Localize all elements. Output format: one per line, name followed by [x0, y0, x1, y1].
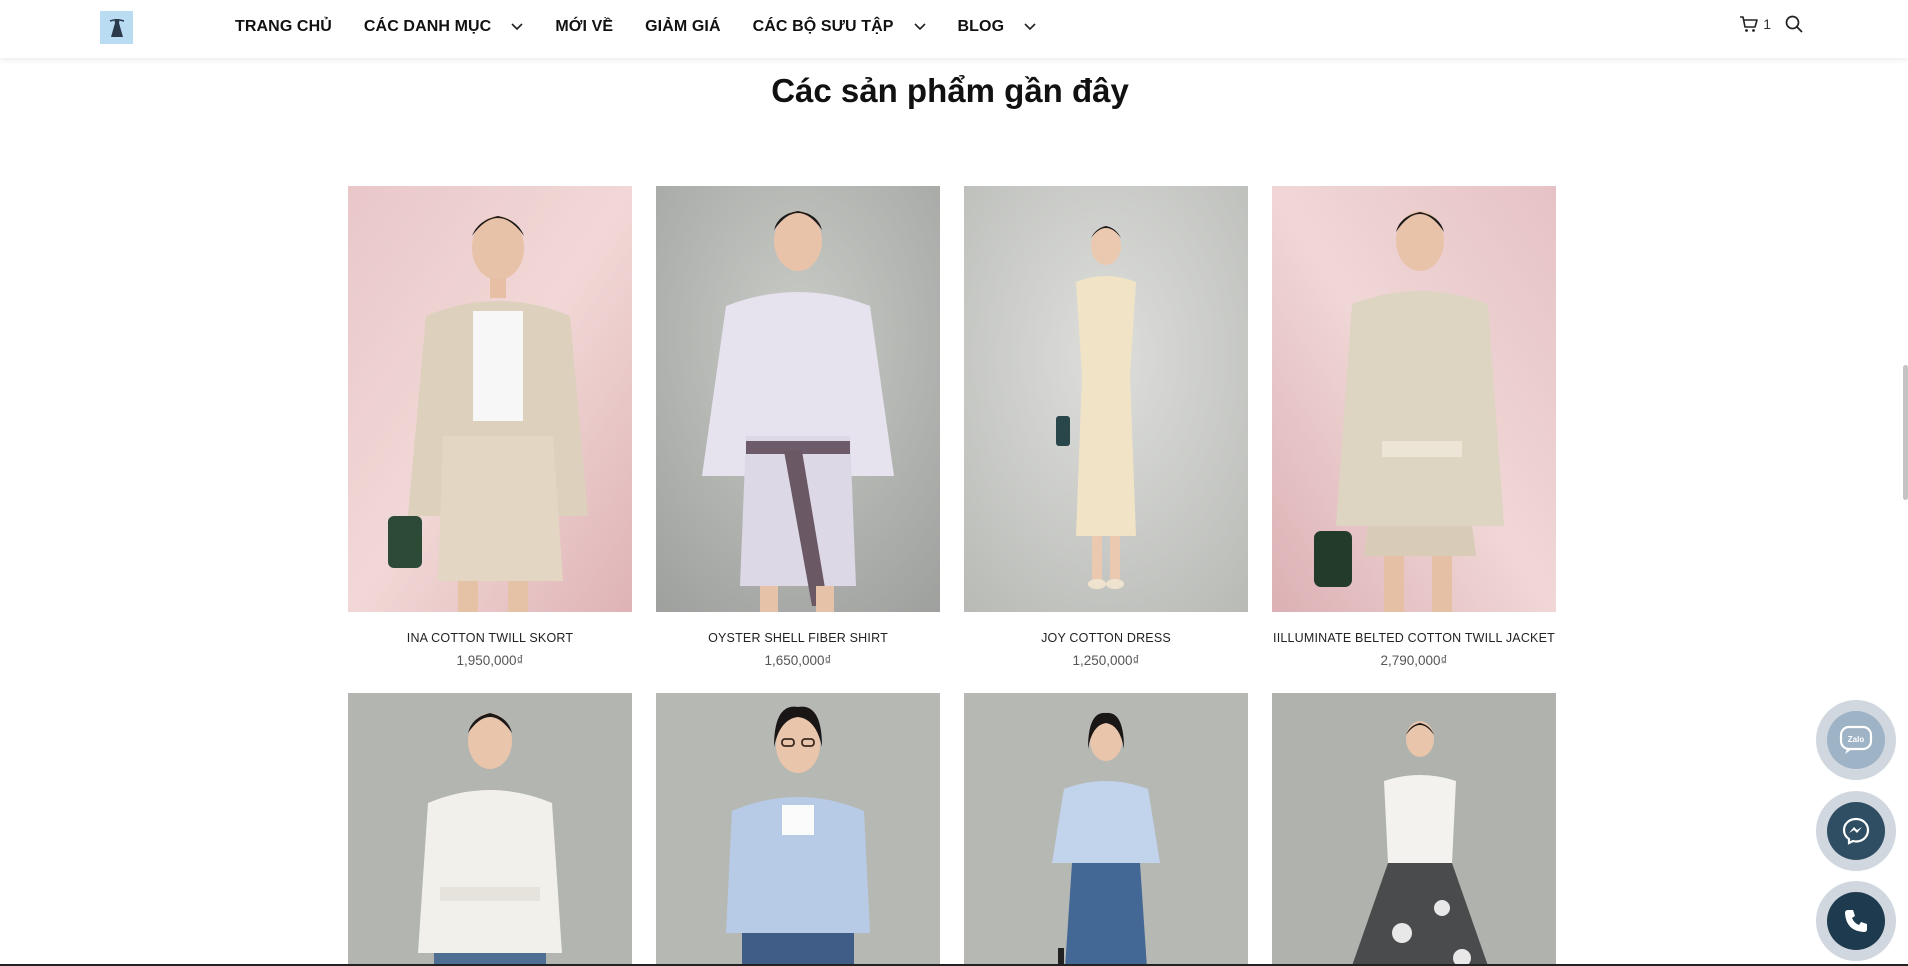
search-button[interactable] — [1785, 15, 1803, 33]
nav-item-label: MỚI VỀ — [555, 18, 614, 35]
product-row: INA COTTON TWILL SKORT 1,950,000₫ OYSTER… — [348, 186, 1556, 668]
messenger-button[interactable] — [1816, 791, 1896, 871]
phone-button[interactable] — [1816, 881, 1896, 961]
product-image[interactable] — [1272, 693, 1556, 966]
cart-button[interactable]: 1 — [1739, 15, 1771, 33]
zalo-label: Zalo — [1848, 735, 1865, 744]
product-price: 2,790,000₫ — [1380, 653, 1448, 668]
main-nav: TRANG CHỦ CÁC DANH MỤC MỚI VỀ GIẢM GIÁ C… — [235, 0, 1068, 54]
product-grid: INA COTTON TWILL SKORT 1,950,000₫ OYSTER… — [348, 186, 1556, 966]
product-card[interactable]: JOY COTTON DRESS 1,250,000₫ — [964, 186, 1248, 668]
product-image[interactable] — [1272, 186, 1556, 612]
nav-item-home[interactable]: TRANG CHỦ — [235, 18, 332, 36]
product-image[interactable] — [964, 186, 1248, 612]
cart-icon — [1740, 16, 1759, 32]
product-card[interactable] — [1272, 693, 1556, 966]
product-card[interactable] — [656, 693, 940, 966]
product-card[interactable] — [964, 693, 1248, 966]
chevron-down-icon[interactable] — [511, 23, 523, 31]
nav-item-blog[interactable]: BLOG — [958, 18, 1037, 36]
nav-item-sale[interactable]: GIẢM GIÁ — [645, 18, 720, 36]
zalo-button[interactable]: Zalo — [1816, 700, 1896, 780]
product-price: 1,950,000₫ — [456, 653, 524, 668]
product-name[interactable]: INA COTTON TWILL SKORT — [348, 631, 632, 645]
product-card[interactable] — [348, 693, 632, 966]
nav-item-label: BLOG — [957, 18, 1005, 35]
product-image[interactable] — [348, 693, 632, 966]
chevron-down-icon[interactable] — [1024, 23, 1036, 31]
product-card[interactable]: IILLUMINATE BELTED COTTON TWILL JACKET 2… — [1272, 186, 1556, 668]
product-name[interactable]: IILLUMINATE BELTED COTTON TWILL JACKET — [1272, 631, 1556, 645]
section-title: Các sản phẩm gần đây — [771, 72, 1129, 109]
product-row — [348, 693, 1556, 966]
product-image[interactable] — [656, 186, 940, 612]
chevron-down-icon[interactable] — [913, 23, 926, 31]
product-image[interactable] — [964, 693, 1248, 966]
site-header: TRANG CHỦ CÁC DANH MỤC MỚI VỀ GIẢM GIÁ C… — [0, 0, 1908, 58]
page-scrollbar[interactable] — [1903, 365, 1908, 500]
search-icon — [1785, 15, 1803, 33]
nav-item-new-arrivals[interactable]: MỚI VỀ — [555, 18, 613, 36]
product-price: 1,250,000₫ — [1072, 653, 1140, 668]
phone-icon — [1827, 892, 1885, 950]
product-card[interactable]: OYSTER SHELL FIBER SHIRT 1,650,000₫ — [656, 186, 940, 668]
nav-item-label: CÁC BỘ SƯU TẬP — [752, 18, 894, 35]
nav-item-label: CÁC DANH MỤC — [363, 18, 492, 35]
nav-item-label: TRANG CHỦ — [235, 18, 332, 35]
site-logo[interactable] — [100, 11, 133, 44]
product-image[interactable] — [348, 186, 632, 612]
nav-item-collections[interactable]: CÁC BỘ SƯU TẬP — [753, 18, 926, 36]
cart-count-badge: 1 — [1763, 16, 1771, 32]
product-name[interactable]: OYSTER SHELL FIBER SHIRT — [656, 631, 940, 645]
product-name[interactable]: JOY COTTON DRESS — [964, 631, 1248, 645]
messenger-icon — [1827, 802, 1885, 860]
dress-logo-icon — [109, 18, 124, 37]
product-price: 1,650,000₫ — [764, 653, 832, 668]
product-card[interactable]: INA COTTON TWILL SKORT 1,950,000₫ — [348, 186, 632, 668]
nav-item-categories[interactable]: CÁC DANH MỤC — [364, 18, 523, 36]
nav-item-label: GIẢM GIÁ — [645, 18, 721, 35]
product-image[interactable] — [656, 693, 940, 966]
header-actions: 1 — [1739, 15, 1803, 33]
zalo-icon: Zalo — [1827, 711, 1885, 769]
